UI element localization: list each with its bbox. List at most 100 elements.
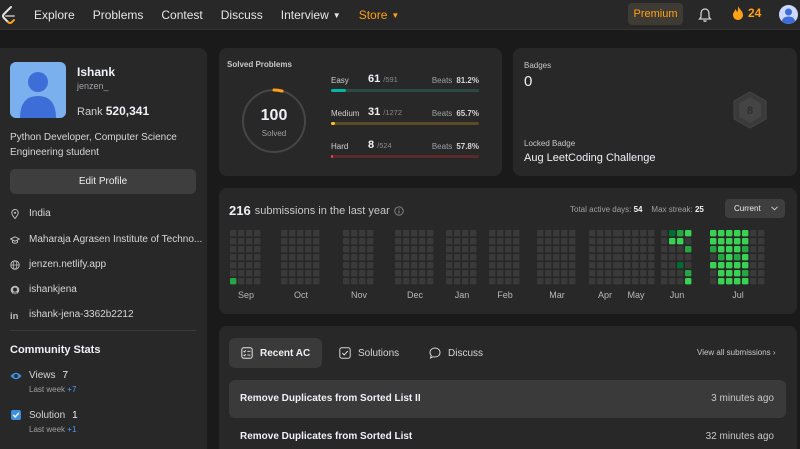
tab-solutions[interactable]: Solutions	[339, 338, 399, 368]
heatmap-cell[interactable]	[281, 262, 288, 269]
heatmap-cell[interactable]	[750, 230, 757, 237]
heatmap-cell[interactable]	[624, 246, 631, 253]
heatmap-cell[interactable]	[640, 270, 647, 277]
heatmap-cell[interactable]	[351, 270, 358, 277]
heatmap-cell[interactable]	[351, 278, 358, 285]
github-link[interactable]: ishankjena	[29, 284, 77, 295]
heatmap-cell[interactable]	[497, 262, 504, 269]
heatmap-cell[interactable]	[632, 278, 639, 285]
heatmap-cell[interactable]	[685, 270, 692, 277]
heatmap-cell[interactable]	[513, 254, 520, 261]
heatmap-cell[interactable]	[351, 262, 358, 269]
heatmap-cell[interactable]	[589, 278, 596, 285]
heatmap-cell[interactable]	[589, 238, 596, 245]
heatmap-cell[interactable]	[343, 238, 350, 245]
heatmap-cell[interactable]	[710, 238, 717, 245]
heatmap-cell[interactable]	[462, 238, 469, 245]
heatmap-cell[interactable]	[597, 246, 604, 253]
heatmap-cell[interactable]	[419, 254, 426, 261]
heatmap-cell[interactable]	[497, 270, 504, 277]
heatmap-cell[interactable]	[661, 262, 668, 269]
heatmap-cell[interactable]	[537, 262, 544, 269]
heatmap-cell[interactable]	[313, 254, 320, 261]
website-link[interactable]: jenzen.netlify.app	[29, 259, 106, 270]
heatmap-cell[interactable]	[726, 238, 733, 245]
heatmap-cell[interactable]	[343, 246, 350, 253]
heatmap-cell[interactable]	[305, 270, 312, 277]
heatmap-cell[interactable]	[359, 246, 366, 253]
heatmap-cell[interactable]	[246, 246, 253, 253]
heatmap-cell[interactable]	[446, 270, 453, 277]
heatmap-cell[interactable]	[605, 238, 612, 245]
heatmap-cell[interactable]	[313, 270, 320, 277]
heatmap-cell[interactable]	[489, 230, 496, 237]
heatmap-cell[interactable]	[616, 230, 623, 237]
heatmap-cell[interactable]	[718, 262, 725, 269]
heatmap-cell[interactable]	[750, 238, 757, 245]
heatmap-cell[interactable]	[497, 254, 504, 261]
heatmap-cell[interactable]	[446, 254, 453, 261]
heatmap-cell[interactable]	[230, 246, 237, 253]
nav-problems[interactable]: Problems	[93, 8, 144, 22]
heatmap-cell[interactable]	[505, 254, 512, 261]
heatmap-cell[interactable]	[238, 246, 245, 253]
heatmap-cell[interactable]	[230, 230, 237, 237]
heatmap-cell[interactable]	[677, 246, 684, 253]
nav-interview[interactable]: Interview ▼	[281, 8, 341, 22]
heatmap-cell[interactable]	[545, 270, 552, 277]
heatmap-cell[interactable]	[254, 270, 261, 277]
heatmap-cell[interactable]	[677, 270, 684, 277]
heatmap-cell[interactable]	[281, 278, 288, 285]
heatmap-cell[interactable]	[616, 270, 623, 277]
heatmap-cell[interactable]	[669, 270, 676, 277]
heatmap-cell[interactable]	[419, 246, 426, 253]
heatmap-cell[interactable]	[367, 246, 374, 253]
submission-row[interactable]: Remove Duplicates from Sorted List II 3 …	[229, 380, 786, 418]
heatmap-cell[interactable]	[281, 230, 288, 237]
heatmap-cell[interactable]	[597, 278, 604, 285]
heatmap-cell[interactable]	[359, 230, 366, 237]
heatmap-cell[interactable]	[359, 262, 366, 269]
heatmap-cell[interactable]	[359, 238, 366, 245]
heatmap-cell[interactable]	[351, 230, 358, 237]
heatmap-cell[interactable]	[313, 278, 320, 285]
heatmap-cell[interactable]	[297, 246, 304, 253]
heatmap-cell[interactable]	[561, 270, 568, 277]
heatmap-cell[interactable]	[569, 270, 576, 277]
heatmap-cell[interactable]	[589, 230, 596, 237]
heatmap-cell[interactable]	[470, 238, 477, 245]
heatmap-cell[interactable]	[343, 262, 350, 269]
submission-title[interactable]: Remove Duplicates from Sorted List	[240, 431, 412, 442]
submission-title[interactable]: Remove Duplicates from Sorted List II	[240, 393, 421, 404]
heatmap-cell[interactable]	[742, 230, 749, 237]
heatmap-cell[interactable]	[632, 230, 639, 237]
heatmap-cell[interactable]	[545, 230, 552, 237]
heatmap-cell[interactable]	[289, 238, 296, 245]
heatmap-cell[interactable]	[367, 254, 374, 261]
heatmap-cell[interactable]	[230, 254, 237, 261]
heatmap-cell[interactable]	[742, 238, 749, 245]
heatmap-cell[interactable]	[553, 246, 560, 253]
heatmap-cell[interactable]	[419, 262, 426, 269]
heatmap-cell[interactable]	[569, 246, 576, 253]
heatmap-cell[interactable]	[462, 278, 469, 285]
heatmap-cell[interactable]	[661, 230, 668, 237]
heatmap-cell[interactable]	[734, 246, 741, 253]
heatmap-cell[interactable]	[454, 230, 461, 237]
heatmap-cell[interactable]	[427, 246, 434, 253]
heatmap-cell[interactable]	[632, 270, 639, 277]
heatmap-cell[interactable]	[718, 238, 725, 245]
heatmap-cell[interactable]	[454, 262, 461, 269]
heatmap-cell[interactable]	[750, 270, 757, 277]
heatmap-cell[interactable]	[589, 254, 596, 261]
heatmap-cell[interactable]	[624, 278, 631, 285]
heatmap-cell[interactable]	[710, 254, 717, 261]
heatmap-cell[interactable]	[419, 230, 426, 237]
heatmap-cell[interactable]	[505, 278, 512, 285]
heatmap-cell[interactable]	[313, 246, 320, 253]
heatmap-cell[interactable]	[305, 262, 312, 269]
heatmap-cell[interactable]	[395, 262, 402, 269]
heatmap-cell[interactable]	[505, 238, 512, 245]
heatmap-cell[interactable]	[616, 278, 623, 285]
heatmap-cell[interactable]	[281, 270, 288, 277]
